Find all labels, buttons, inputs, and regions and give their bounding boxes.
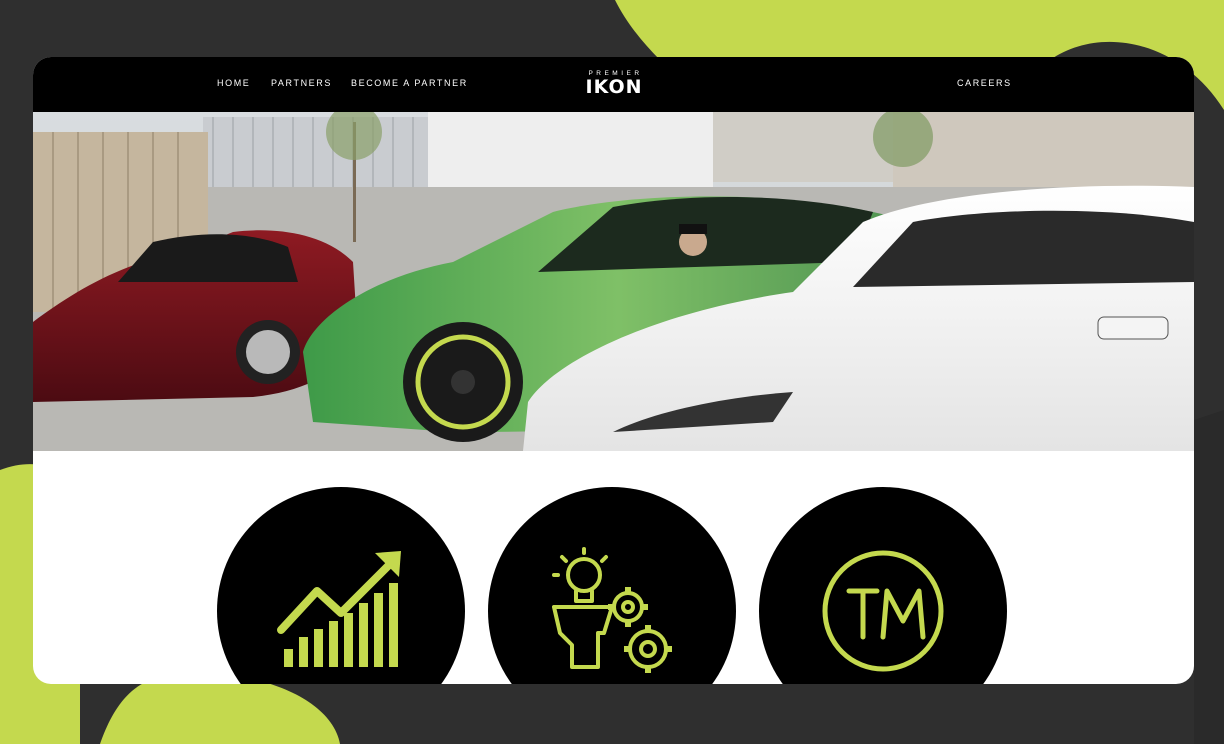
growth-chart-icon [277, 551, 401, 667]
nav-become-partner-link[interactable]: BECOME A PARTNER [351, 78, 468, 88]
feature-trademark-circle [759, 487, 1007, 684]
logo-title: IKON [585, 76, 643, 98]
brand-logo[interactable]: PREMIER IKON [577, 70, 651, 97]
top-navbar: HOME PARTNERS BECOME A PARTNER PREMIER I… [33, 57, 1194, 112]
nav-careers-link[interactable]: CAREERS [957, 78, 1012, 88]
idea-gears-icon [552, 547, 672, 673]
page-frame: HOME PARTNERS BECOME A PARTNER PREMIER I… [33, 57, 1194, 684]
features-section [33, 451, 1194, 684]
nav-home-link[interactable]: HOME [217, 78, 250, 88]
car-meet-photo [33, 112, 1194, 451]
trademark-icon [822, 550, 944, 672]
nav-partners-link[interactable]: PARTNERS [271, 78, 332, 88]
feature-innovation-circle [488, 487, 736, 684]
hero-image [33, 112, 1194, 451]
feature-growth-circle [217, 487, 465, 684]
